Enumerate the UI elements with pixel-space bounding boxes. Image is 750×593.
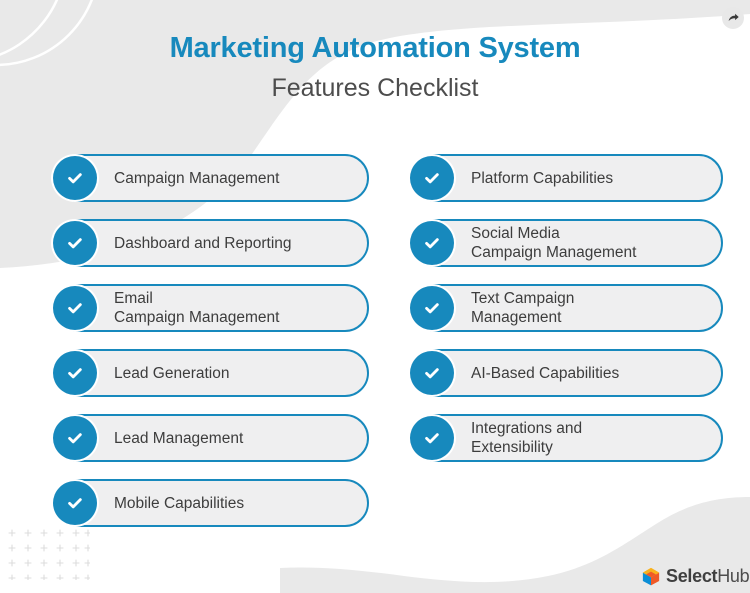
check-circle-icon: [53, 221, 97, 265]
checklist-item[interactable]: Mobile Capabilities: [53, 479, 369, 527]
check-circle-icon: [53, 481, 97, 525]
check-circle-icon: [53, 416, 97, 460]
checklist-item-label: Social Media Campaign Management: [471, 225, 637, 261]
selecthub-wordmark-light: Hub: [717, 566, 750, 586]
checklist-item-label: Mobile Capabilities: [114, 494, 245, 512]
checklist-column-left: Campaign Management Dashboard and Report…: [53, 154, 369, 527]
checklist-item-label: Text Campaign Management: [471, 290, 575, 326]
check-circle-icon: [53, 286, 97, 330]
page-subtitle: Features Checklist: [271, 74, 479, 102]
checklist-item-label: Dashboard and Reporting: [114, 234, 292, 252]
checklist-item-label: Lead Generation: [114, 364, 230, 382]
checklist-item-label: AI-Based Capabilities: [471, 364, 620, 382]
check-circle-icon: [410, 416, 454, 460]
checklist-item[interactable]: Lead Generation: [53, 349, 369, 397]
checklist-item-label: Platform Capabilities: [471, 169, 614, 187]
checklist-item[interactable]: Social Media Campaign Management: [410, 219, 723, 267]
check-circle-icon: [410, 221, 454, 265]
selecthub-cube-icon: [642, 567, 660, 586]
selecthub-wordmark-bold: Select: [666, 566, 718, 586]
checklist-column-right: Platform Capabilities Social Media Campa…: [410, 154, 723, 462]
dot-row: [8, 574, 90, 580]
dot-row: [8, 544, 90, 552]
slide-canvas: Marketing Automation System Features Che…: [0, 0, 750, 593]
checklist-item[interactable]: Dashboard and Reporting: [53, 219, 369, 267]
check-circle-icon: [410, 286, 454, 330]
check-circle-icon: [410, 156, 454, 200]
share-arrow-icon: [728, 13, 739, 21]
dot-row: [8, 559, 90, 567]
header: Marketing Automation System Features Che…: [0, 28, 750, 106]
share-button[interactable]: [722, 7, 744, 29]
dot-row: [8, 529, 90, 537]
checklist-item-label: Campaign Management: [114, 169, 280, 187]
checklist-item-label: Email Campaign Management: [114, 290, 280, 326]
check-circle-icon: [53, 351, 97, 395]
checklist-item-label: Integrations and Extensibility: [471, 420, 583, 456]
checklist-item[interactable]: Lead Management: [53, 414, 369, 462]
selecthub-wordmark: SelectHub: [666, 566, 750, 586]
checklist-item[interactable]: Text Campaign Management: [410, 284, 723, 332]
checklist-item[interactable]: Email Campaign Management: [53, 284, 369, 332]
checklist-item[interactable]: Platform Capabilities: [410, 154, 723, 202]
check-circle-icon: [410, 351, 454, 395]
checklist-item[interactable]: Campaign Management: [53, 154, 369, 202]
checklist-item-label: Lead Management: [114, 429, 244, 447]
page-title: Marketing Automation System: [169, 32, 581, 64]
checklist-item[interactable]: Integrations and Extensibility: [410, 414, 723, 462]
check-circle-icon: [53, 156, 97, 200]
selecthub-logo[interactable]: SelectHub: [641, 566, 750, 586]
dot-grid-decoration: [8, 529, 90, 580]
checklist-item[interactable]: AI-Based Capabilities: [410, 349, 723, 397]
